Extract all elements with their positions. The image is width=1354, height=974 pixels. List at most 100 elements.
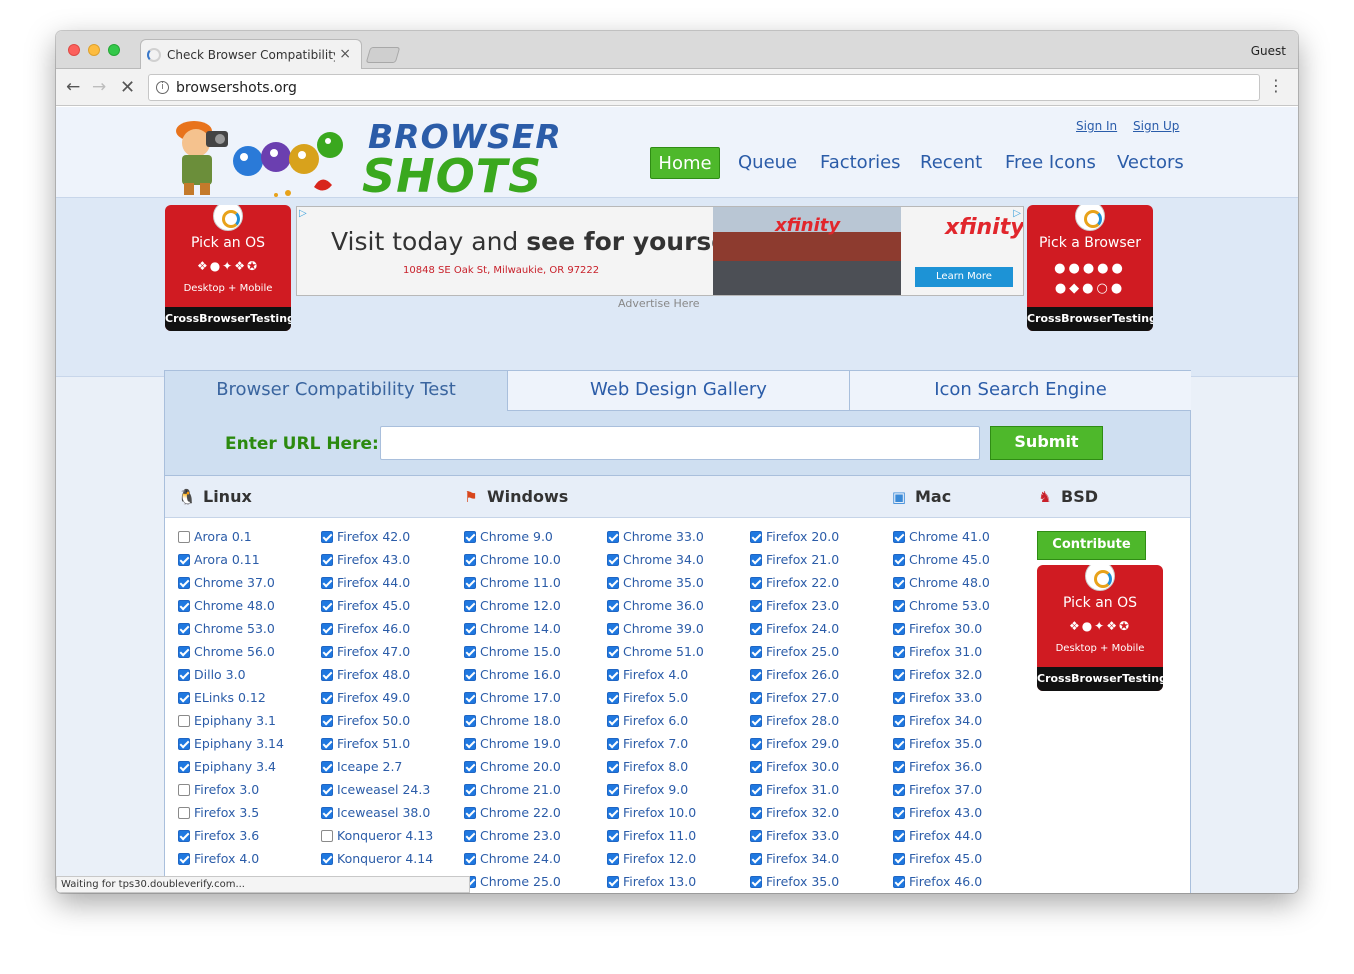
browser-checkbox[interactable]	[750, 600, 762, 612]
browser-checkbox[interactable]	[750, 623, 762, 635]
browser-option[interactable]: Iceweasel 24.3	[321, 781, 464, 804]
browser-checkbox[interactable]	[893, 853, 905, 865]
browser-checkbox[interactable]	[607, 692, 619, 704]
browser-checkbox[interactable]	[464, 531, 476, 543]
browser-checkbox[interactable]	[178, 692, 190, 704]
browser-checkbox[interactable]	[607, 623, 619, 635]
profile-label[interactable]: Guest	[1251, 44, 1286, 58]
new-tab-button[interactable]	[365, 47, 401, 63]
os-header-linux[interactable]: 🐧 Linux	[177, 487, 252, 506]
info-icon[interactable]: i	[156, 81, 169, 94]
browser-checkbox[interactable]	[607, 669, 619, 681]
browser-option[interactable]: Dillo 3.0	[178, 666, 321, 689]
browser-option[interactable]: Chrome 19.0	[464, 735, 607, 758]
browser-option[interactable]: Firefox 46.0	[893, 873, 1036, 893]
browser-option[interactable]: Iceweasel 38.0	[321, 804, 464, 827]
browser-checkbox[interactable]	[178, 577, 190, 589]
browser-checkbox[interactable]	[750, 577, 762, 589]
browser-option[interactable]: Firefox 20.0	[750, 528, 893, 551]
browser-option[interactable]: Chrome 53.0	[893, 597, 1036, 620]
nav-free-icons[interactable]: Free Icons	[1005, 147, 1096, 179]
browser-option[interactable]: Firefox 27.0	[750, 689, 893, 712]
browser-option[interactable]: Chrome 23.0	[464, 827, 607, 850]
browser-checkbox[interactable]	[321, 784, 333, 796]
browser-option[interactable]: Firefox 30.0	[750, 758, 893, 781]
tab-browser-compatibility-test[interactable]: Browser Compatibility Test	[165, 371, 507, 411]
browser-checkbox[interactable]	[750, 830, 762, 842]
logo-text-shots[interactable]: SHOTS	[362, 149, 542, 203]
browser-option[interactable]: Firefox 8.0	[607, 758, 750, 781]
os-header-bsd[interactable]: ♞ BSD	[1035, 487, 1098, 506]
browser-checkbox[interactable]	[464, 784, 476, 796]
browser-checkbox[interactable]	[750, 738, 762, 750]
browser-option[interactable]: Chrome 21.0	[464, 781, 607, 804]
menu-dots-icon[interactable]: ⋮	[1268, 78, 1284, 94]
adchoices-icon[interactable]: ▷	[1013, 208, 1021, 219]
browser-checkbox[interactable]	[893, 554, 905, 566]
side-promo-ad[interactable]: Pick an OS ❖●✦❖✪ Desktop + Mobile CrossB…	[1037, 565, 1163, 691]
browser-option[interactable]: Firefox 25.0	[750, 643, 893, 666]
browser-option[interactable]: Firefox 3.0	[178, 781, 321, 804]
browser-checkbox[interactable]	[893, 646, 905, 658]
browser-option[interactable]: Chrome 48.0	[178, 597, 321, 620]
browser-option[interactable]: Firefox 44.0	[321, 574, 464, 597]
nav-vectors[interactable]: Vectors	[1117, 147, 1184, 179]
browser-checkbox[interactable]	[464, 830, 476, 842]
browser-checkbox[interactable]	[178, 669, 190, 681]
right-promo-ad[interactable]: Pick a Browser ●●●●● ●◆●○● CrossBrowserTe…	[1027, 205, 1153, 331]
browser-option[interactable]: Firefox 9.0	[607, 781, 750, 804]
maximize-window-button[interactable]	[108, 44, 120, 56]
url-input[interactable]	[380, 426, 980, 460]
tab-icon-search-engine[interactable]: Icon Search Engine	[849, 371, 1191, 411]
browser-checkbox[interactable]	[750, 853, 762, 865]
tab-web-design-gallery[interactable]: Web Design Gallery	[507, 371, 849, 411]
browser-option[interactable]: Firefox 30.0	[893, 620, 1036, 643]
left-promo-ad[interactable]: Pick an OS ❖●✦❖✪ Desktop + Mobile CrossB…	[165, 205, 291, 331]
browser-option[interactable]: Epiphany 3.1	[178, 712, 321, 735]
browser-checkbox[interactable]	[464, 738, 476, 750]
contribute-button[interactable]: Contribute	[1037, 531, 1146, 560]
browser-option[interactable]: Firefox 36.0	[893, 758, 1036, 781]
nav-home[interactable]: Home	[650, 147, 720, 179]
browser-option[interactable]: Firefox 5.0	[607, 689, 750, 712]
browser-option[interactable]: Chrome 9.0	[464, 528, 607, 551]
browser-checkbox[interactable]	[750, 715, 762, 727]
browser-option[interactable]: Firefox 22.0	[750, 574, 893, 597]
browser-checkbox[interactable]	[321, 531, 333, 543]
learn-more-button[interactable]: Learn More	[915, 267, 1013, 287]
browser-option[interactable]: Firefox 43.0	[893, 804, 1036, 827]
browser-option[interactable]: Firefox 37.0	[893, 781, 1036, 804]
browser-option[interactable]: Chrome 10.0	[464, 551, 607, 574]
browser-option[interactable]: ELinks 0.12	[178, 689, 321, 712]
browser-option[interactable]: Konqueror 4.13	[321, 827, 464, 850]
browser-option[interactable]: Chrome 33.0	[607, 528, 750, 551]
browser-option[interactable]: Firefox 31.0	[750, 781, 893, 804]
browser-option[interactable]: Firefox 11.0	[607, 827, 750, 850]
browser-option[interactable]: Firefox 4.0	[607, 666, 750, 689]
browser-option[interactable]: Firefox 44.0	[893, 827, 1036, 850]
browser-option[interactable]: Chrome 24.0	[464, 850, 607, 873]
os-header-windows[interactable]: ⚑ Windows	[461, 487, 568, 506]
browser-option[interactable]: Chrome 39.0	[607, 620, 750, 643]
browser-option[interactable]: Chrome 14.0	[464, 620, 607, 643]
stop-loading-icon[interactable]: ✕	[120, 77, 135, 98]
sign-in-link[interactable]: Sign In	[1076, 119, 1117, 133]
browser-option[interactable]: Chrome 37.0	[178, 574, 321, 597]
browser-checkbox[interactable]	[607, 715, 619, 727]
browser-checkbox[interactable]	[893, 738, 905, 750]
browser-checkbox[interactable]	[750, 692, 762, 704]
browser-checkbox[interactable]	[750, 807, 762, 819]
browser-option[interactable]: Firefox 45.0	[321, 597, 464, 620]
browser-checkbox[interactable]	[321, 830, 333, 842]
advertise-here-link[interactable]: Advertise Here	[618, 297, 700, 310]
browser-checkbox[interactable]	[464, 669, 476, 681]
browser-checkbox[interactable]	[464, 807, 476, 819]
browser-checkbox[interactable]	[893, 531, 905, 543]
browser-option[interactable]: Epiphany 3.14	[178, 735, 321, 758]
browser-checkbox[interactable]	[178, 715, 190, 727]
browser-checkbox[interactable]	[750, 669, 762, 681]
browser-option[interactable]: Konqueror 4.14	[321, 850, 464, 873]
browser-checkbox[interactable]	[893, 876, 905, 888]
browser-checkbox[interactable]	[178, 623, 190, 635]
browser-checkbox[interactable]	[178, 853, 190, 865]
